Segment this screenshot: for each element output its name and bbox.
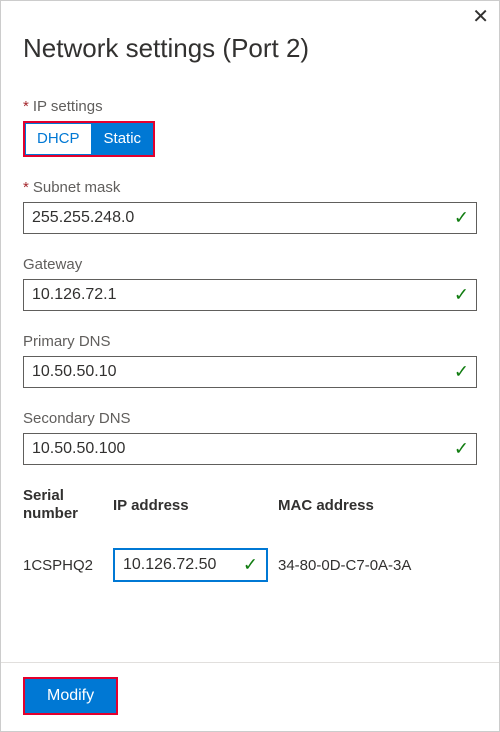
primary-dns-input[interactable] <box>23 356 477 388</box>
primary-dns-label: Primary DNS <box>23 333 477 350</box>
node-table: Serial number IP address MAC address 1CS… <box>23 487 477 589</box>
col-ip: IP address <box>113 497 278 532</box>
col-serial: Serial number <box>23 487 113 543</box>
gateway-label: Gateway <box>23 256 477 273</box>
subnet-label: *Subnet mask <box>23 179 477 196</box>
table-header: Serial number IP address MAC address <box>23 487 477 543</box>
ip-settings-toggle: DHCP Static <box>23 121 155 157</box>
required-asterisk: * <box>23 98 29 115</box>
gateway-field: Gateway ✓ <box>23 256 477 311</box>
dhcp-toggle[interactable]: DHCP <box>25 123 92 155</box>
primary-dns-field: Primary DNS ✓ <box>23 333 477 388</box>
secondary-dns-field: Secondary DNS ✓ <box>23 410 477 465</box>
static-toggle[interactable]: Static <box>92 123 154 155</box>
gateway-input[interactable] <box>23 279 477 311</box>
footer-divider <box>1 662 499 663</box>
col-mac: MAC address <box>278 497 477 532</box>
ip-settings-label: *IP settings <box>23 98 477 115</box>
secondary-dns-input[interactable] <box>23 433 477 465</box>
mac-value: 34-80-0D-C7-0A-3A <box>278 557 477 574</box>
ip-address-input[interactable] <box>115 550 266 580</box>
subnet-field: *Subnet mask ✓ <box>23 179 477 234</box>
required-asterisk: * <box>23 179 29 196</box>
subnet-input[interactable] <box>23 202 477 234</box>
page-title: Network settings (Port 2) <box>23 33 477 64</box>
table-row: 1CSPHQ2 ✓ 34-80-0D-C7-0A-3A <box>23 542 477 588</box>
secondary-dns-label: Secondary DNS <box>23 410 477 427</box>
serial-value: 1CSPHQ2 <box>23 557 113 574</box>
modify-button[interactable]: Modify <box>23 677 118 715</box>
close-icon[interactable]: ✕ <box>472 7 489 27</box>
ip-settings-field: *IP settings DHCP Static <box>23 98 477 157</box>
ip-settings-label-text: IP settings <box>33 98 103 115</box>
subnet-label-text: Subnet mask <box>33 179 121 196</box>
